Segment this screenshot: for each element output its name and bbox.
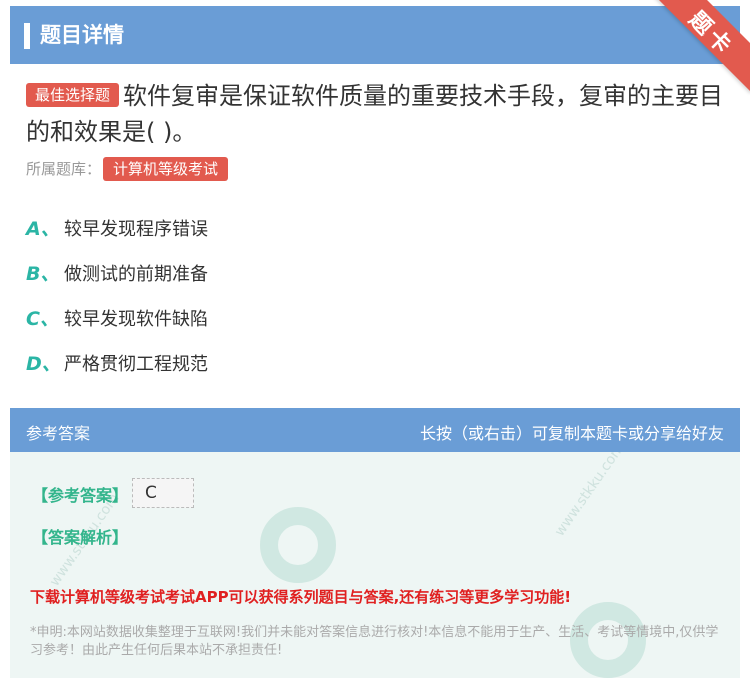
question-type-badge: 最佳选择题 <box>26 83 120 107</box>
option-text: 做测试的前期准备 <box>64 264 208 285</box>
option-text: 较早发现程序错误 <box>64 219 208 240</box>
option-letter: B、 <box>26 263 60 285</box>
answer-header: 参考答案 长按（或右击）可复制本题卡或分享给好友 <box>10 408 740 452</box>
watermark-logo-icon <box>260 507 336 583</box>
analysis-label: 【答案解析】 <box>32 528 129 547</box>
option-letter: A、 <box>26 218 60 240</box>
answer-section-title: 参考答案 <box>26 424 91 443</box>
download-app-link[interactable]: 下载计算机等级考试考试APP可以获得系列题目与答案,还有练习等更多学习功能! <box>30 586 571 607</box>
answer-value: C <box>132 478 194 508</box>
option-b[interactable]: B、 做测试的前期准备 <box>26 259 208 286</box>
option-text: 严格贯彻工程规范 <box>64 354 208 375</box>
question-text: 软件复审是保证软件质量的重要技术手段，复审的主要目的和效果是( )。 <box>26 82 724 146</box>
option-d[interactable]: D、 严格贯彻工程规范 <box>26 349 208 376</box>
option-letter: D、 <box>26 353 61 375</box>
option-c[interactable]: C、 较早发现软件缺陷 <box>26 304 208 331</box>
source-badge[interactable]: 计算机等级考试 <box>103 157 229 181</box>
option-letter: C、 <box>26 308 59 330</box>
header-bar: 题目详情 <box>10 6 740 64</box>
answer-panel: www.stkku.com www.stkku.com 【参考答案】 C 【答案… <box>10 452 740 678</box>
page-title: 题目详情 <box>40 23 124 47</box>
source-label: 所属题库： <box>26 160 102 178</box>
watermark-text: www.stkku.com <box>551 452 628 540</box>
header-accent-mark <box>24 23 30 49</box>
answer-label: 【参考答案】 <box>32 486 129 505</box>
question-source: 所属题库： 计算机等级考试 <box>26 157 229 181</box>
question-block: 最佳选择题 软件复审是保证软件质量的重要技术手段，复审的主要目的和效果是( )。 <box>26 78 726 150</box>
disclaimer-text: *申明:本网站数据收集整理于互联网!我们并未能对答案信息进行核对!本信息不能用于… <box>30 625 719 658</box>
share-hint: 长按（或右击）可复制本题卡或分享给好友 <box>419 424 724 443</box>
option-text: 较早发现软件缺陷 <box>64 309 208 330</box>
option-a[interactable]: A、 较早发现程序错误 <box>26 214 208 241</box>
